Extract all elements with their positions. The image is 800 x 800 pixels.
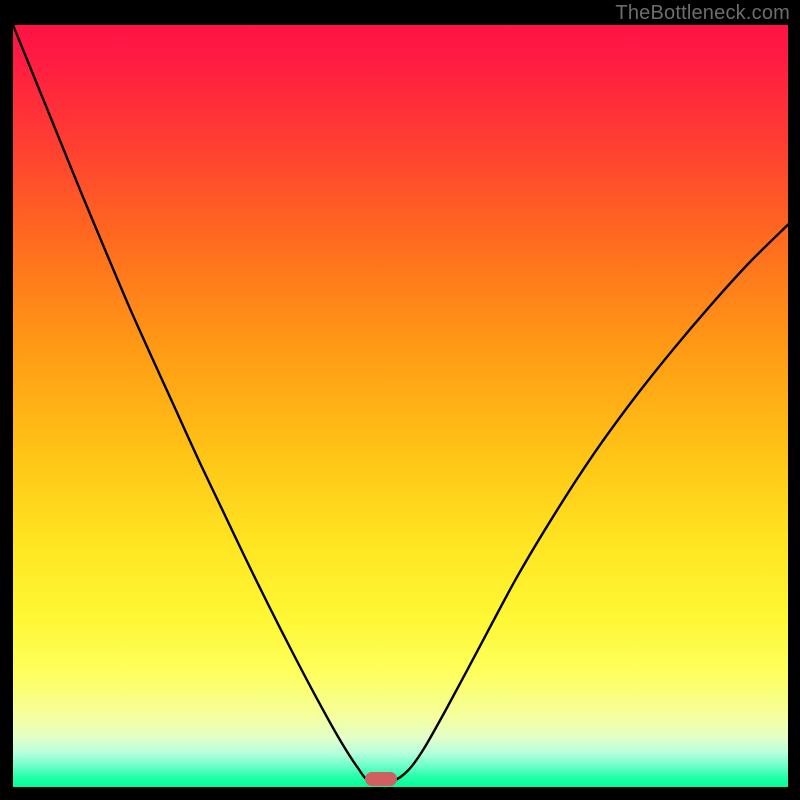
watermark-text: TheBottleneck.com [615,2,790,25]
curve-layer [13,25,788,787]
plot-area [13,25,788,787]
min-marker [365,772,397,786]
chart-stage: TheBottleneck.com [0,0,800,800]
bottleneck-curve [13,25,788,782]
